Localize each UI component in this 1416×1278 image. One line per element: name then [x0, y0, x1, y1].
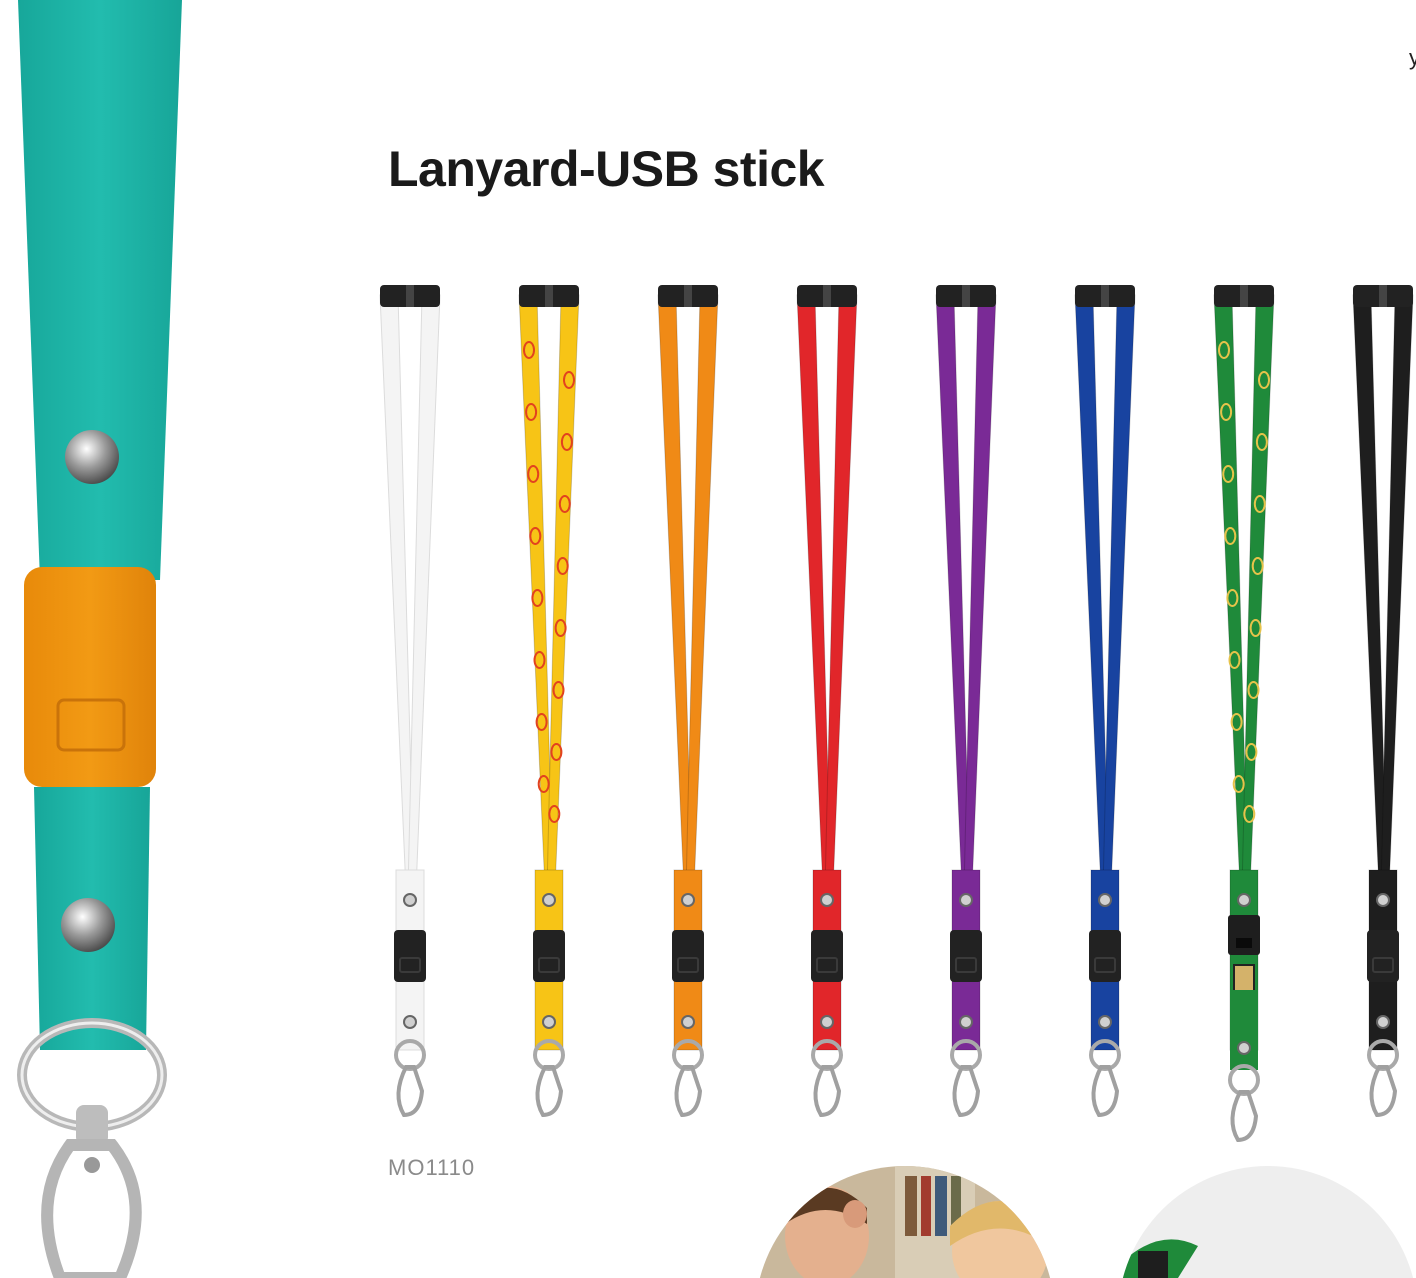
catalog-page: Lanyard-USB stick y MO1110 — [0, 0, 1416, 1278]
lanyard-orange — [657, 285, 719, 1118]
lanyard-red — [796, 285, 858, 1118]
corner-page-mark: y — [1409, 45, 1416, 70]
page-title: Lanyard-USB stick — [388, 141, 825, 197]
lanyard-green — [1213, 285, 1275, 1143]
product-code: MO1110 — [388, 1155, 476, 1180]
usb-closeup-photo — [1118, 1166, 1416, 1278]
lanyard-yellow — [518, 285, 580, 1118]
hero-rivet-top — [65, 430, 119, 484]
hero-lanyard-image — [17, 0, 182, 1278]
hero-rivet-bottom — [61, 898, 115, 952]
lanyard-color-variants — [379, 285, 1414, 1143]
hero-strap-upper — [18, 0, 182, 580]
lanyard-blue — [1074, 285, 1136, 1118]
hero-usb-housing — [24, 567, 156, 787]
students-photo — [755, 1166, 1055, 1278]
lanyard-white — [379, 285, 441, 1118]
lanyard-purple — [935, 285, 997, 1118]
lanyard-black — [1352, 285, 1414, 1118]
